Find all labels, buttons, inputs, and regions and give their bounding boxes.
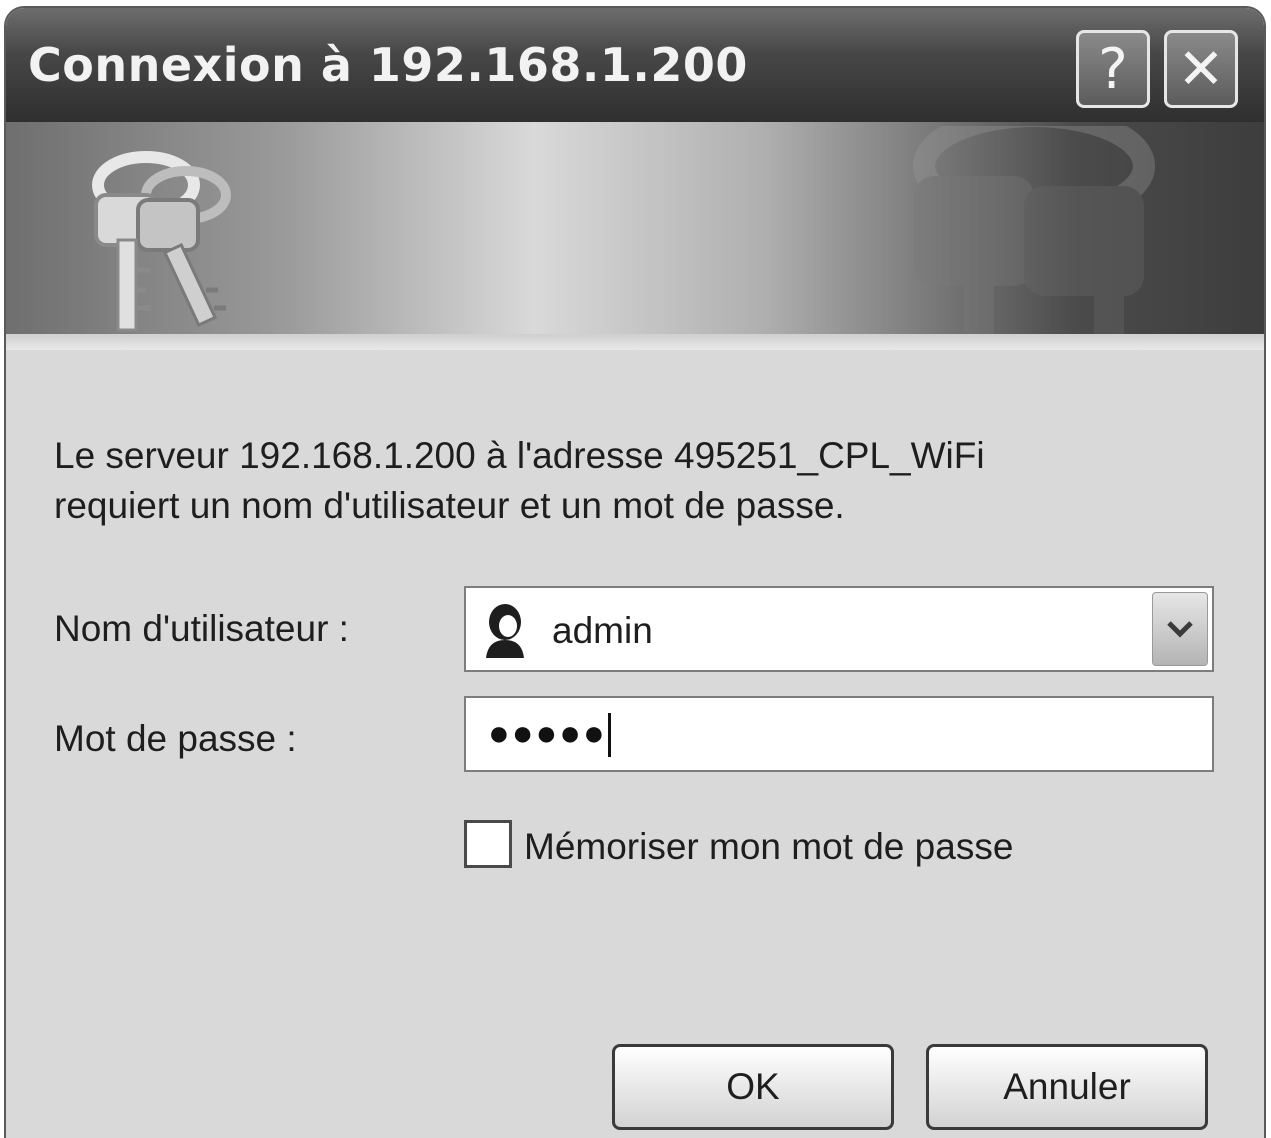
dialog-title: Connexion à 192.168.1.200 (28, 38, 748, 92)
auth-message: Le serveur 192.168.1.200 à l'adresse 495… (54, 431, 1204, 531)
close-button[interactable]: ✕ (1164, 30, 1238, 108)
keys-icon (92, 151, 231, 332)
auth-message-line-2: requiert un nom d'utilisateur et un mot … (54, 485, 845, 526)
remember-password-label[interactable]: Mémoriser mon mot de passe (524, 826, 1013, 868)
title-bar[interactable]: Connexion à 192.168.1.200 ? ✕ (6, 8, 1264, 122)
password-mask: ●●●●● (488, 712, 607, 753)
dialog-banner (6, 122, 1264, 350)
login-dialog: Connexion à 192.168.1.200 ? ✕ Le serveur… (6, 8, 1264, 1138)
chevron-down-icon (1167, 621, 1193, 638)
help-button[interactable]: ? (1076, 30, 1150, 108)
password-field[interactable]: ●●●●● (464, 696, 1214, 772)
password-mask-wrap: ●●●●● (488, 712, 611, 758)
cancel-button[interactable]: Annuler (926, 1044, 1208, 1130)
ok-button[interactable]: OK (612, 1044, 894, 1130)
username-combobox[interactable]: admin (464, 586, 1214, 672)
keys-watermark-icon (913, 126, 1155, 350)
username-label: Nom d'utilisateur : (54, 608, 349, 649)
username-value[interactable]: admin (552, 610, 653, 652)
remember-password-checkbox[interactable] (464, 820, 512, 868)
password-label: Mot de passe : (54, 718, 297, 759)
username-dropdown-button[interactable] (1152, 592, 1208, 666)
user-icon (486, 604, 524, 658)
text-caret (607, 713, 611, 758)
auth-message-line-1: Le serveur 192.168.1.200 à l'adresse 495… (54, 435, 985, 476)
